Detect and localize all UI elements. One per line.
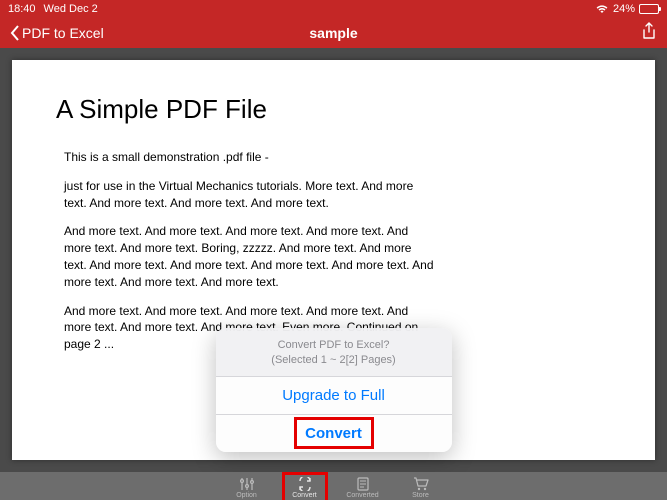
- doc-paragraph: just for use in the Virtual Mechanics tu…: [64, 178, 436, 212]
- wifi-icon: [595, 4, 609, 14]
- popup-title: Convert PDF to Excel?: [228, 338, 440, 353]
- document-icon: [355, 477, 371, 491]
- refresh-icon: [297, 477, 313, 491]
- tab-bar: Option Convert Converted Store: [0, 472, 667, 500]
- back-label: PDF to Excel: [22, 25, 104, 41]
- sliders-icon: [239, 477, 255, 491]
- tab-option[interactable]: Option: [227, 475, 267, 499]
- convert-button-label: Convert: [305, 425, 362, 442]
- convert-action-sheet: Convert PDF to Excel? (Selected 1 ~ 2[2]…: [216, 328, 452, 452]
- tab-converted[interactable]: Converted: [343, 475, 383, 499]
- battery-icon: [639, 4, 659, 14]
- tab-label: Converted: [346, 492, 378, 499]
- battery-percent: 24%: [613, 3, 635, 15]
- upgrade-button[interactable]: Upgrade to Full: [216, 376, 452, 414]
- popup-subtitle: (Selected 1 ~ 2[2] Pages): [228, 353, 440, 368]
- convert-button[interactable]: Convert: [216, 414, 452, 452]
- tab-convert[interactable]: Convert: [285, 475, 325, 499]
- nav-bar: PDF to Excel sample: [0, 18, 667, 48]
- back-button[interactable]: PDF to Excel: [10, 25, 104, 41]
- chevron-left-icon: [10, 25, 20, 41]
- doc-paragraph: This is a small demonstration .pdf file …: [64, 149, 436, 166]
- share-button[interactable]: [641, 22, 657, 45]
- status-date: Wed Dec 2: [44, 3, 98, 15]
- tab-label: Convert: [292, 492, 317, 499]
- share-icon: [641, 22, 657, 40]
- cart-icon: [413, 477, 429, 491]
- content-area: A Simple PDF File This is a small demons…: [0, 48, 667, 472]
- document-title: A Simple PDF File: [56, 94, 611, 125]
- tab-label: Option: [236, 492, 257, 499]
- tab-store[interactable]: Store: [401, 475, 441, 499]
- popup-header: Convert PDF to Excel? (Selected 1 ~ 2[2]…: [216, 328, 452, 376]
- status-bar: 18:40 Wed Dec 2 24%: [0, 0, 667, 18]
- doc-paragraph: And more text. And more text. And more t…: [64, 223, 436, 290]
- tab-label: Store: [412, 492, 429, 499]
- document-body: This is a small demonstration .pdf file …: [56, 149, 436, 353]
- status-time: 18:40: [8, 3, 36, 15]
